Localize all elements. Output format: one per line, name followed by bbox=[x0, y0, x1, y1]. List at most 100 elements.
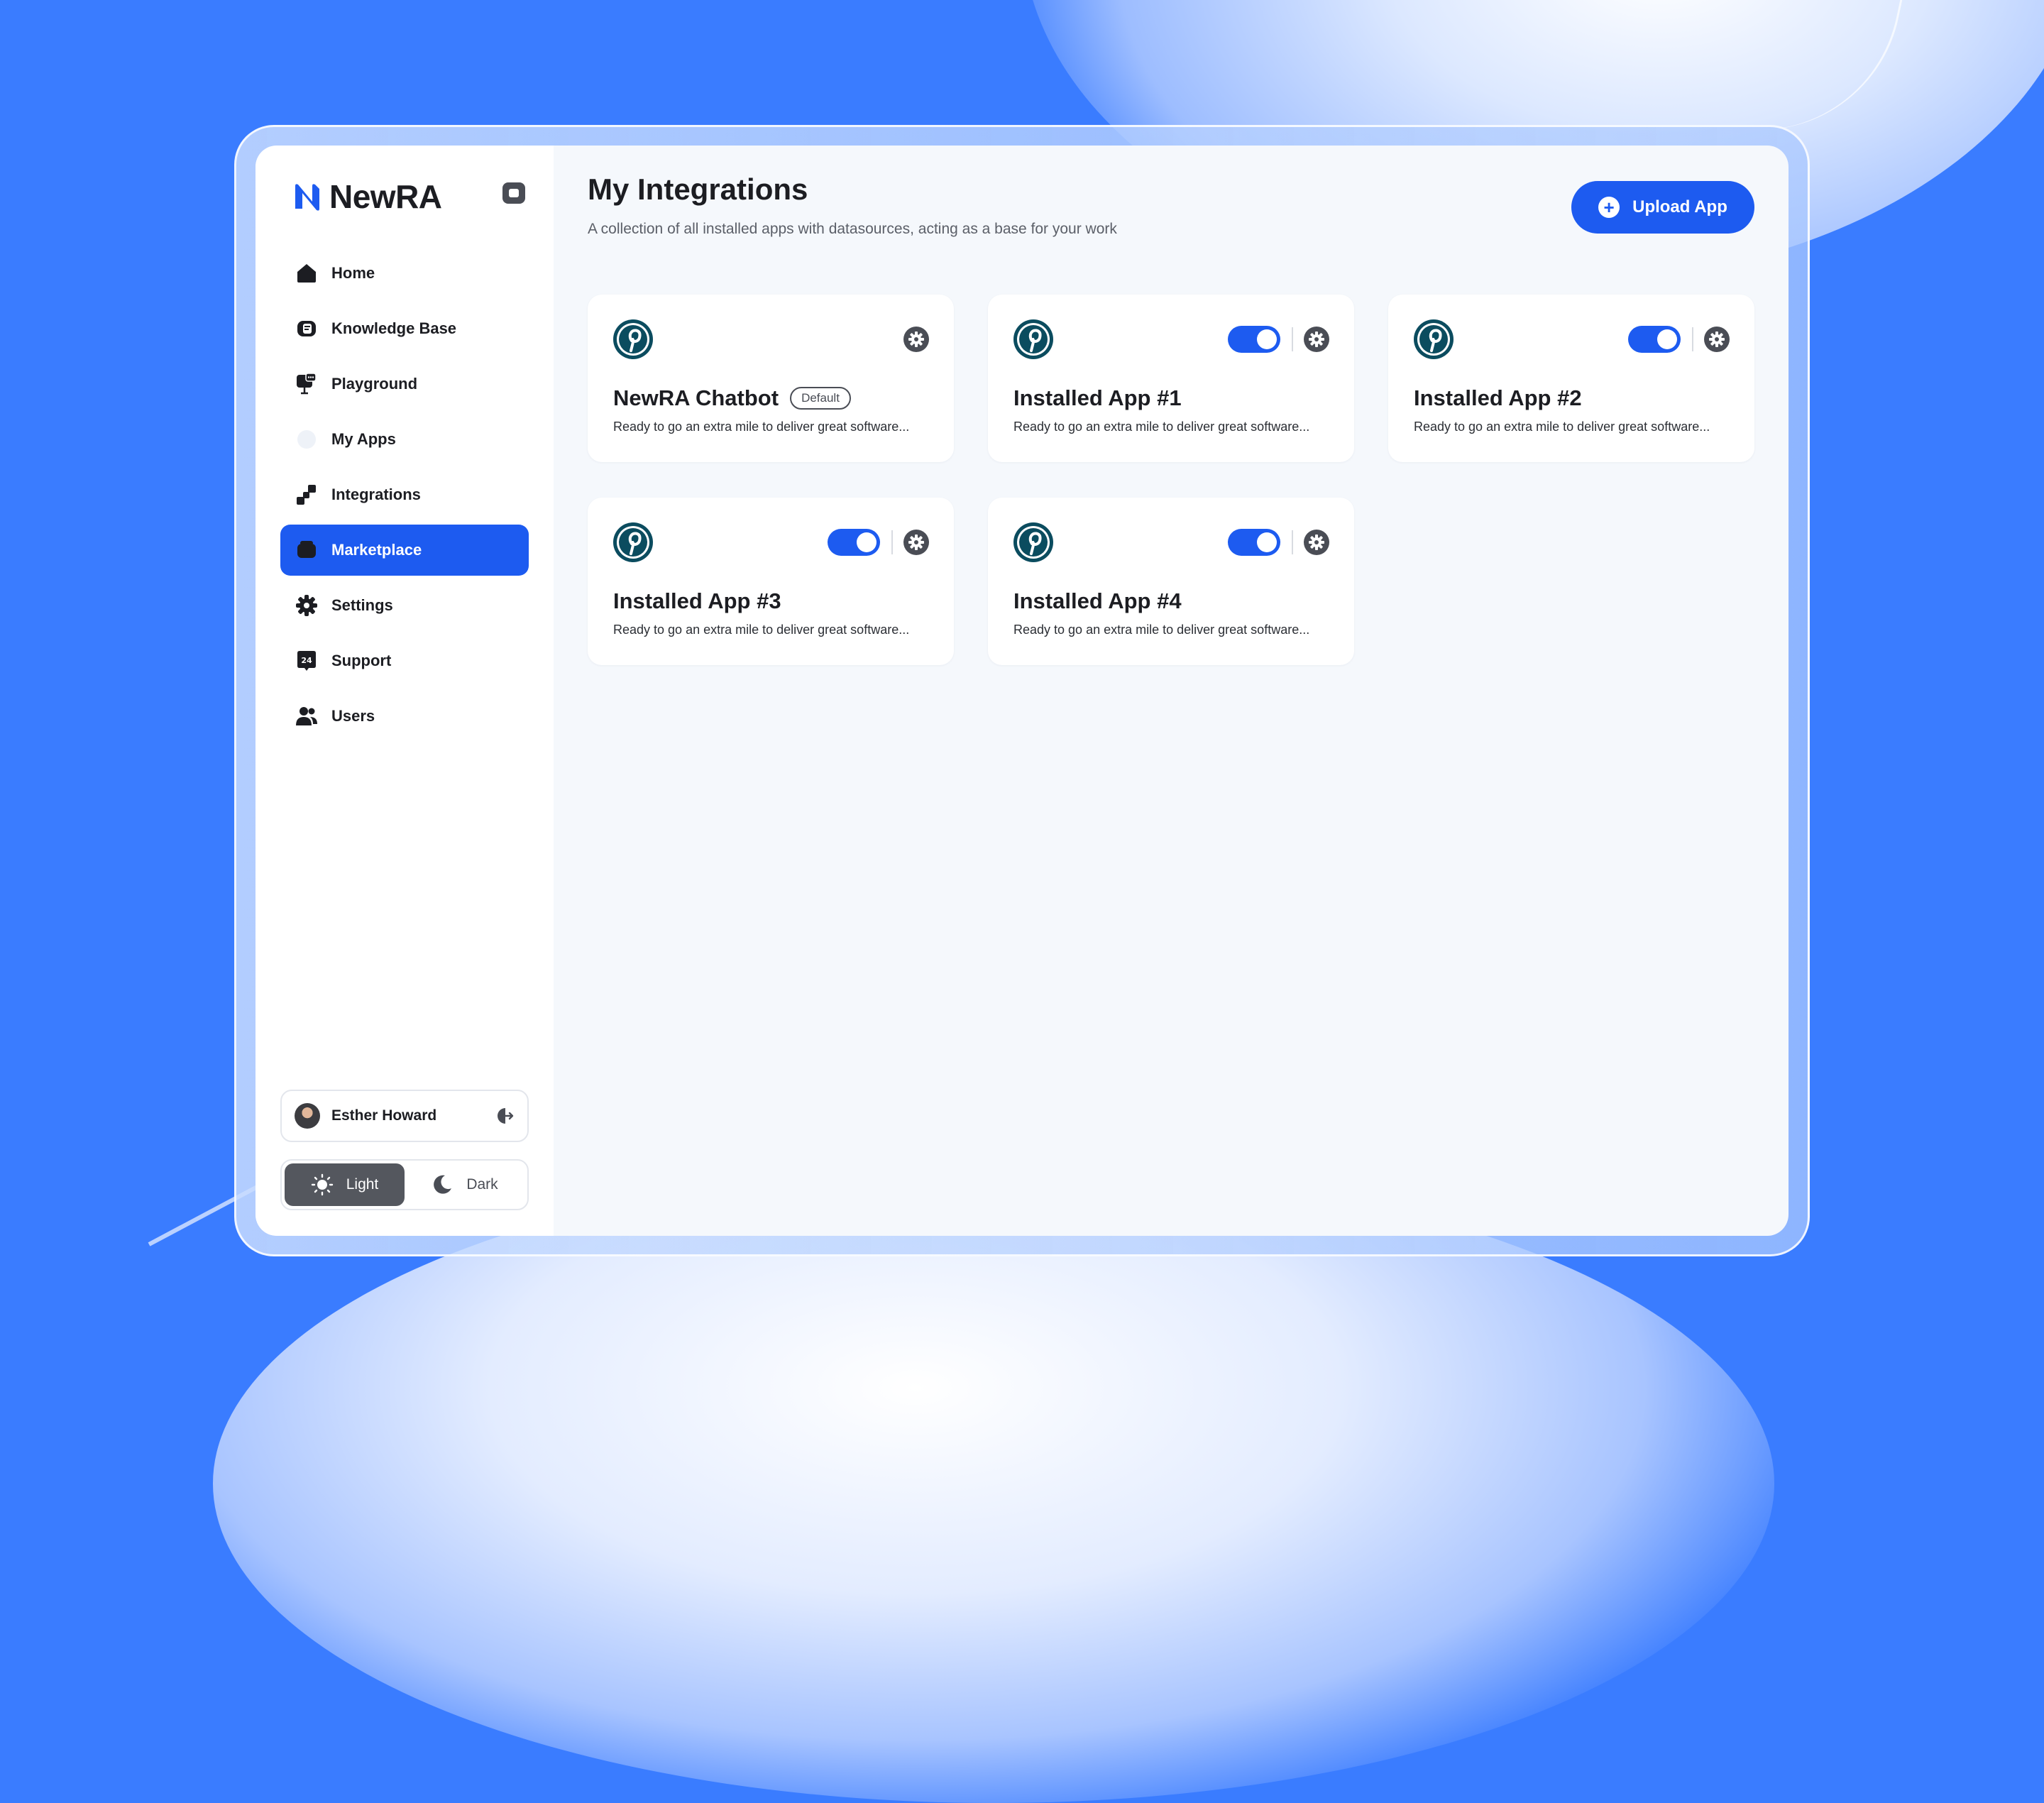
knowledge-base-icon bbox=[295, 317, 319, 341]
gear-icon bbox=[295, 593, 319, 618]
enable-toggle[interactable] bbox=[1628, 326, 1681, 353]
sidebar: NewRA Home Knowledge Base Playground My App… bbox=[256, 146, 554, 1236]
sidebar-item-label: Knowledge Base bbox=[331, 319, 457, 337]
pinterest-icon bbox=[1013, 319, 1053, 359]
support-24-icon: 24 bbox=[295, 649, 319, 673]
integrations-icon bbox=[295, 483, 319, 507]
control-divider bbox=[1292, 327, 1293, 351]
card-name: Installed App #3 bbox=[613, 588, 781, 613]
card-title: Installed App #2 bbox=[1414, 385, 1582, 411]
sidebar-item-knowledge-base[interactable]: Knowledge Base bbox=[280, 303, 529, 354]
control-divider bbox=[1692, 327, 1693, 351]
toggle-knob bbox=[1657, 329, 1677, 349]
integration-cards: NewRA Chatbot Default Ready to go an extra… bbox=[588, 295, 1754, 665]
sidebar-item-marketplace[interactable]: Marketplace bbox=[280, 525, 529, 576]
card-description: Ready to go an extra mile to deliver gre… bbox=[613, 623, 910, 637]
card-title: NewRA Chatbot Default bbox=[613, 385, 851, 411]
sidebar-item-label: Playground bbox=[331, 375, 418, 393]
upload-app-label: Upload App bbox=[1632, 197, 1727, 217]
settings-gear-icon[interactable] bbox=[1303, 326, 1330, 353]
sidebar-item-label: My Apps bbox=[331, 430, 396, 448]
logout-icon[interactable] bbox=[493, 1105, 515, 1127]
newra-logo-icon bbox=[295, 184, 319, 211]
settings-gear-icon[interactable] bbox=[903, 326, 930, 353]
settings-gear-icon[interactable] bbox=[1303, 529, 1330, 556]
sidebar-item-integrations[interactable]: Integrations bbox=[280, 469, 529, 520]
control-divider bbox=[891, 530, 893, 554]
my-apps-icon bbox=[295, 427, 319, 451]
sidebar-item-label: Settings bbox=[331, 596, 393, 614]
plus-icon: + bbox=[1598, 197, 1620, 218]
card-description: Ready to go an extra mile to deliver gre… bbox=[1013, 420, 1310, 434]
card-description: Ready to go an extra mile to deliver gre… bbox=[1013, 623, 1310, 637]
card-name: NewRA Chatbot bbox=[613, 385, 779, 410]
integration-card[interactable]: Installed App #1 Ready to go an extra mil… bbox=[988, 295, 1354, 462]
sidebar-collapse-icon bbox=[509, 189, 519, 197]
card-title: Installed App #4 bbox=[1013, 588, 1182, 614]
sidebar-item-label: Home bbox=[331, 264, 375, 282]
sidebar-item-support[interactable]: 24 Support bbox=[280, 635, 529, 686]
main-content: My Integrations A collection of all inst… bbox=[554, 146, 1788, 1236]
sidebar-nav: Home Knowledge Base Playground My Apps Integ… bbox=[280, 248, 529, 742]
card-controls bbox=[828, 529, 930, 556]
settings-gear-icon[interactable] bbox=[1703, 326, 1730, 353]
sidebar-item-users[interactable]: Users bbox=[280, 691, 529, 742]
upload-app-button[interactable]: + Upload App bbox=[1571, 181, 1754, 234]
sidebar-item-label: Users bbox=[331, 707, 375, 725]
card-name: Installed App #1 bbox=[1013, 385, 1182, 410]
settings-gear-icon[interactable] bbox=[903, 529, 930, 556]
background-glow-bottom bbox=[213, 1164, 1774, 1803]
enable-toggle[interactable] bbox=[828, 529, 880, 556]
home-icon bbox=[295, 261, 319, 285]
sidebar-item-label: Marketplace bbox=[331, 541, 422, 559]
marketplace-icon bbox=[295, 538, 319, 562]
sidebar-item-home[interactable]: Home bbox=[280, 248, 529, 299]
card-description: Ready to go an extra mile to deliver gre… bbox=[613, 420, 910, 434]
enable-toggle[interactable] bbox=[1228, 326, 1280, 353]
sidebar-item-playground[interactable]: Playground bbox=[280, 358, 529, 410]
page-subtitle: A collection of all installed apps with … bbox=[588, 221, 1117, 237]
toggle-knob bbox=[1257, 532, 1277, 552]
card-description: Ready to go an extra mile to deliver gre… bbox=[1414, 420, 1710, 434]
card-name: Installed App #2 bbox=[1414, 385, 1582, 410]
moon-icon bbox=[434, 1175, 452, 1194]
theme-light-option[interactable]: Light bbox=[285, 1163, 405, 1206]
playground-icon bbox=[295, 372, 319, 396]
integration-card[interactable]: NewRA Chatbot Default Ready to go an extra… bbox=[588, 295, 954, 462]
theme-dark-label: Dark bbox=[466, 1176, 498, 1193]
pinterest-icon bbox=[1013, 522, 1053, 562]
sidebar-collapse-button[interactable] bbox=[502, 182, 525, 204]
sidebar-item-settings[interactable]: Settings bbox=[280, 580, 529, 631]
pinterest-icon bbox=[613, 319, 653, 359]
card-name: Installed App #4 bbox=[1013, 588, 1182, 613]
pinterest-icon bbox=[613, 522, 653, 562]
control-divider bbox=[1292, 530, 1293, 554]
user-card[interactable]: Esther Howard bbox=[280, 1090, 529, 1142]
integration-card[interactable]: Installed App #4 Ready to go an extra mil… bbox=[988, 498, 1354, 665]
theme-toggle: Light Dark bbox=[280, 1159, 529, 1210]
sidebar-item-my-apps[interactable]: My Apps bbox=[280, 414, 529, 465]
theme-light-label: Light bbox=[346, 1176, 379, 1193]
brand[interactable]: NewRA bbox=[291, 174, 529, 219]
app-window: NewRA Home Knowledge Base Playground My App… bbox=[256, 146, 1788, 1236]
default-badge: Default bbox=[790, 387, 851, 410]
card-controls bbox=[1228, 326, 1330, 353]
users-icon bbox=[295, 704, 319, 728]
avatar[interactable] bbox=[295, 1103, 320, 1129]
card-controls bbox=[1228, 529, 1330, 556]
toggle-knob bbox=[857, 532, 877, 552]
pinterest-icon bbox=[1414, 319, 1454, 359]
card-controls bbox=[903, 326, 930, 353]
integration-card[interactable]: Installed App #3 Ready to go an extra mil… bbox=[588, 498, 954, 665]
user-name: Esther Howard bbox=[331, 1107, 437, 1124]
card-controls bbox=[1628, 326, 1730, 353]
sun-icon bbox=[311, 1173, 333, 1196]
page-title: My Integrations bbox=[588, 172, 808, 206]
integration-card[interactable]: Installed App #2 Ready to go an extra mil… bbox=[1388, 295, 1754, 462]
svg-text:24: 24 bbox=[301, 656, 312, 665]
enable-toggle[interactable] bbox=[1228, 529, 1280, 556]
card-title: Installed App #1 bbox=[1013, 385, 1182, 411]
sidebar-item-label: Support bbox=[331, 652, 392, 669]
theme-dark-option[interactable]: Dark bbox=[405, 1163, 524, 1206]
toggle-knob bbox=[1257, 329, 1277, 349]
